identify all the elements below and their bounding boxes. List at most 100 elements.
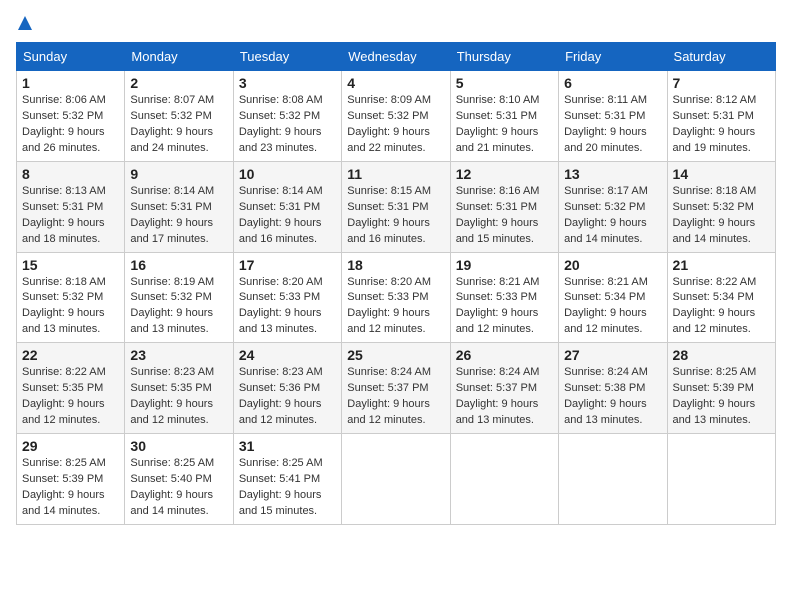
day-number: 28 [673, 347, 770, 363]
sunrise-value: 8:09 AM [391, 94, 431, 106]
day-info: Sunrise: 8:25 AM Sunset: 5:40 PM Dayligh… [130, 456, 227, 520]
day-number: 20 [564, 257, 661, 273]
sunset-label: Sunset: [347, 110, 387, 122]
sunrise-value: 8:08 AM [282, 94, 322, 106]
calendar-cell [342, 434, 450, 525]
day-number: 5 [456, 75, 553, 91]
calendar-table: SundayMondayTuesdayWednesdayThursdayFrid… [16, 42, 776, 525]
sunset-label: Sunset: [239, 110, 279, 122]
sunrise-label: Sunrise: [239, 276, 282, 288]
sunrise-value: 8:19 AM [174, 276, 214, 288]
day-info: Sunrise: 8:25 AM Sunset: 5:39 PM Dayligh… [22, 456, 119, 520]
daylight-label: Daylight: [130, 217, 176, 229]
sunrise-label: Sunrise: [564, 185, 607, 197]
day-info: Sunrise: 8:24 AM Sunset: 5:38 PM Dayligh… [564, 365, 661, 429]
day-info: Sunrise: 8:24 AM Sunset: 5:37 PM Dayligh… [456, 365, 553, 429]
sunrise-label: Sunrise: [673, 185, 716, 197]
weekday-header-saturday: Saturday [667, 43, 775, 71]
sunset-value: 5:32 PM [604, 201, 645, 213]
daylight-label: Daylight: [239, 307, 285, 319]
sunset-label: Sunset: [130, 473, 170, 485]
sunset-label: Sunset: [22, 110, 62, 122]
sunset-label: Sunset: [130, 201, 170, 213]
sunset-label: Sunset: [239, 201, 279, 213]
sunrise-value: 8:12 AM [716, 94, 756, 106]
day-info: Sunrise: 8:23 AM Sunset: 5:36 PM Dayligh… [239, 365, 336, 429]
calendar-cell: 17 Sunrise: 8:20 AM Sunset: 5:33 PM Dayl… [233, 252, 341, 343]
sunset-label: Sunset: [22, 473, 62, 485]
calendar-cell: 21 Sunrise: 8:22 AM Sunset: 5:34 PM Dayl… [667, 252, 775, 343]
day-info: Sunrise: 8:09 AM Sunset: 5:32 PM Dayligh… [347, 93, 444, 157]
sunset-label: Sunset: [22, 201, 62, 213]
sunrise-value: 8:16 AM [499, 185, 539, 197]
daylight-label: Daylight: [22, 217, 68, 229]
day-info: Sunrise: 8:16 AM Sunset: 5:31 PM Dayligh… [456, 184, 553, 248]
sunrise-label: Sunrise: [239, 457, 282, 469]
day-number: 24 [239, 347, 336, 363]
sunrise-label: Sunrise: [456, 366, 499, 378]
sunset-value: 5:33 PM [279, 291, 320, 303]
day-info: Sunrise: 8:06 AM Sunset: 5:32 PM Dayligh… [22, 93, 119, 157]
day-number: 13 [564, 166, 661, 182]
sunset-value: 5:31 PM [496, 110, 537, 122]
weekday-header-friday: Friday [559, 43, 667, 71]
day-info: Sunrise: 8:08 AM Sunset: 5:32 PM Dayligh… [239, 93, 336, 157]
calendar-cell: 19 Sunrise: 8:21 AM Sunset: 5:33 PM Dayl… [450, 252, 558, 343]
sunrise-label: Sunrise: [130, 94, 173, 106]
day-info: Sunrise: 8:18 AM Sunset: 5:32 PM Dayligh… [22, 275, 119, 339]
calendar-cell: 3 Sunrise: 8:08 AM Sunset: 5:32 PM Dayli… [233, 71, 341, 162]
page-header [16, 16, 776, 34]
day-number: 8 [22, 166, 119, 182]
day-number: 16 [130, 257, 227, 273]
calendar-cell: 16 Sunrise: 8:19 AM Sunset: 5:32 PM Dayl… [125, 252, 233, 343]
sunset-label: Sunset: [673, 291, 713, 303]
calendar-cell: 2 Sunrise: 8:07 AM Sunset: 5:32 PM Dayli… [125, 71, 233, 162]
sunrise-label: Sunrise: [22, 185, 65, 197]
calendar-cell: 7 Sunrise: 8:12 AM Sunset: 5:31 PM Dayli… [667, 71, 775, 162]
calendar-cell: 5 Sunrise: 8:10 AM Sunset: 5:31 PM Dayli… [450, 71, 558, 162]
day-info: Sunrise: 8:20 AM Sunset: 5:33 PM Dayligh… [347, 275, 444, 339]
daylight-label: Daylight: [239, 217, 285, 229]
day-info: Sunrise: 8:21 AM Sunset: 5:34 PM Dayligh… [564, 275, 661, 339]
sunset-label: Sunset: [239, 473, 279, 485]
logo-icon [18, 16, 32, 30]
sunrise-label: Sunrise: [564, 94, 607, 106]
sunrise-label: Sunrise: [239, 94, 282, 106]
calendar-cell: 24 Sunrise: 8:23 AM Sunset: 5:36 PM Dayl… [233, 343, 341, 434]
calendar-cell: 9 Sunrise: 8:14 AM Sunset: 5:31 PM Dayli… [125, 161, 233, 252]
sunset-value: 5:32 PM [388, 110, 429, 122]
sunset-value: 5:33 PM [388, 291, 429, 303]
sunset-label: Sunset: [673, 201, 713, 213]
weekday-header-wednesday: Wednesday [342, 43, 450, 71]
calendar-week-row: 15 Sunrise: 8:18 AM Sunset: 5:32 PM Dayl… [17, 252, 776, 343]
sunrise-label: Sunrise: [347, 366, 390, 378]
daylight-label: Daylight: [130, 398, 176, 410]
calendar-cell: 27 Sunrise: 8:24 AM Sunset: 5:38 PM Dayl… [559, 343, 667, 434]
day-number: 10 [239, 166, 336, 182]
sunrise-label: Sunrise: [673, 366, 716, 378]
daylight-label: Daylight: [347, 307, 393, 319]
day-info: Sunrise: 8:07 AM Sunset: 5:32 PM Dayligh… [130, 93, 227, 157]
sunrise-label: Sunrise: [456, 276, 499, 288]
sunset-label: Sunset: [239, 382, 279, 394]
sunset-value: 5:32 PM [713, 201, 754, 213]
day-number: 25 [347, 347, 444, 363]
sunrise-label: Sunrise: [130, 185, 173, 197]
calendar-cell: 8 Sunrise: 8:13 AM Sunset: 5:31 PM Dayli… [17, 161, 125, 252]
day-info: Sunrise: 8:18 AM Sunset: 5:32 PM Dayligh… [673, 184, 770, 248]
daylight-label: Daylight: [239, 489, 285, 501]
sunrise-value: 8:22 AM [716, 276, 756, 288]
sunrise-value: 8:25 AM [174, 457, 214, 469]
sunset-value: 5:32 PM [62, 291, 103, 303]
calendar-cell: 22 Sunrise: 8:22 AM Sunset: 5:35 PM Dayl… [17, 343, 125, 434]
day-number: 21 [673, 257, 770, 273]
sunset-value: 5:39 PM [713, 382, 754, 394]
sunrise-label: Sunrise: [22, 94, 65, 106]
day-number: 17 [239, 257, 336, 273]
daylight-label: Daylight: [347, 126, 393, 138]
sunrise-value: 8:13 AM [65, 185, 105, 197]
sunset-label: Sunset: [347, 291, 387, 303]
sunrise-label: Sunrise: [22, 366, 65, 378]
daylight-label: Daylight: [564, 217, 610, 229]
calendar-cell: 30 Sunrise: 8:25 AM Sunset: 5:40 PM Dayl… [125, 434, 233, 525]
